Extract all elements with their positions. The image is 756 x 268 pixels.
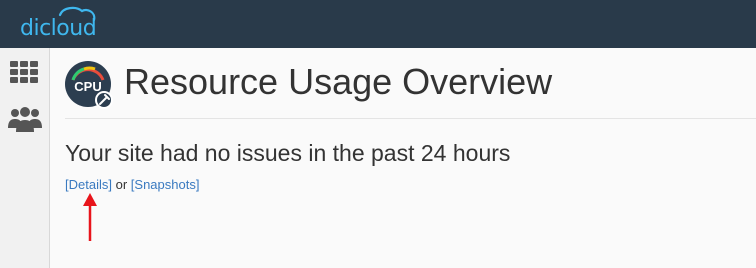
snapshots-link[interactable]: [Snapshots]	[131, 177, 200, 192]
brand-logo[interactable]: dicloud	[20, 6, 100, 42]
or-text: or	[115, 177, 128, 192]
top-bar: dicloud	[0, 0, 756, 48]
annotation-arrow-icon	[83, 193, 97, 241]
cpu-gauge-icon: CPU	[65, 61, 113, 109]
page-title: Resource Usage Overview	[124, 61, 553, 102]
details-link[interactable]: [Details]	[65, 177, 112, 192]
cpu-icon-label: CPU	[74, 79, 101, 94]
status-message: Your site had no issues in the past 24 h…	[65, 140, 511, 166]
brand-name: dicloud	[20, 16, 97, 41]
users-icon	[8, 107, 42, 132]
sidebar	[0, 48, 50, 268]
main-content: CPU Resource Usage Overview Your site ha…	[51, 48, 756, 268]
title-divider	[65, 118, 756, 119]
users-button[interactable]	[8, 104, 42, 134]
grid-icon	[10, 61, 38, 83]
apps-grid-button[interactable]	[8, 58, 42, 88]
